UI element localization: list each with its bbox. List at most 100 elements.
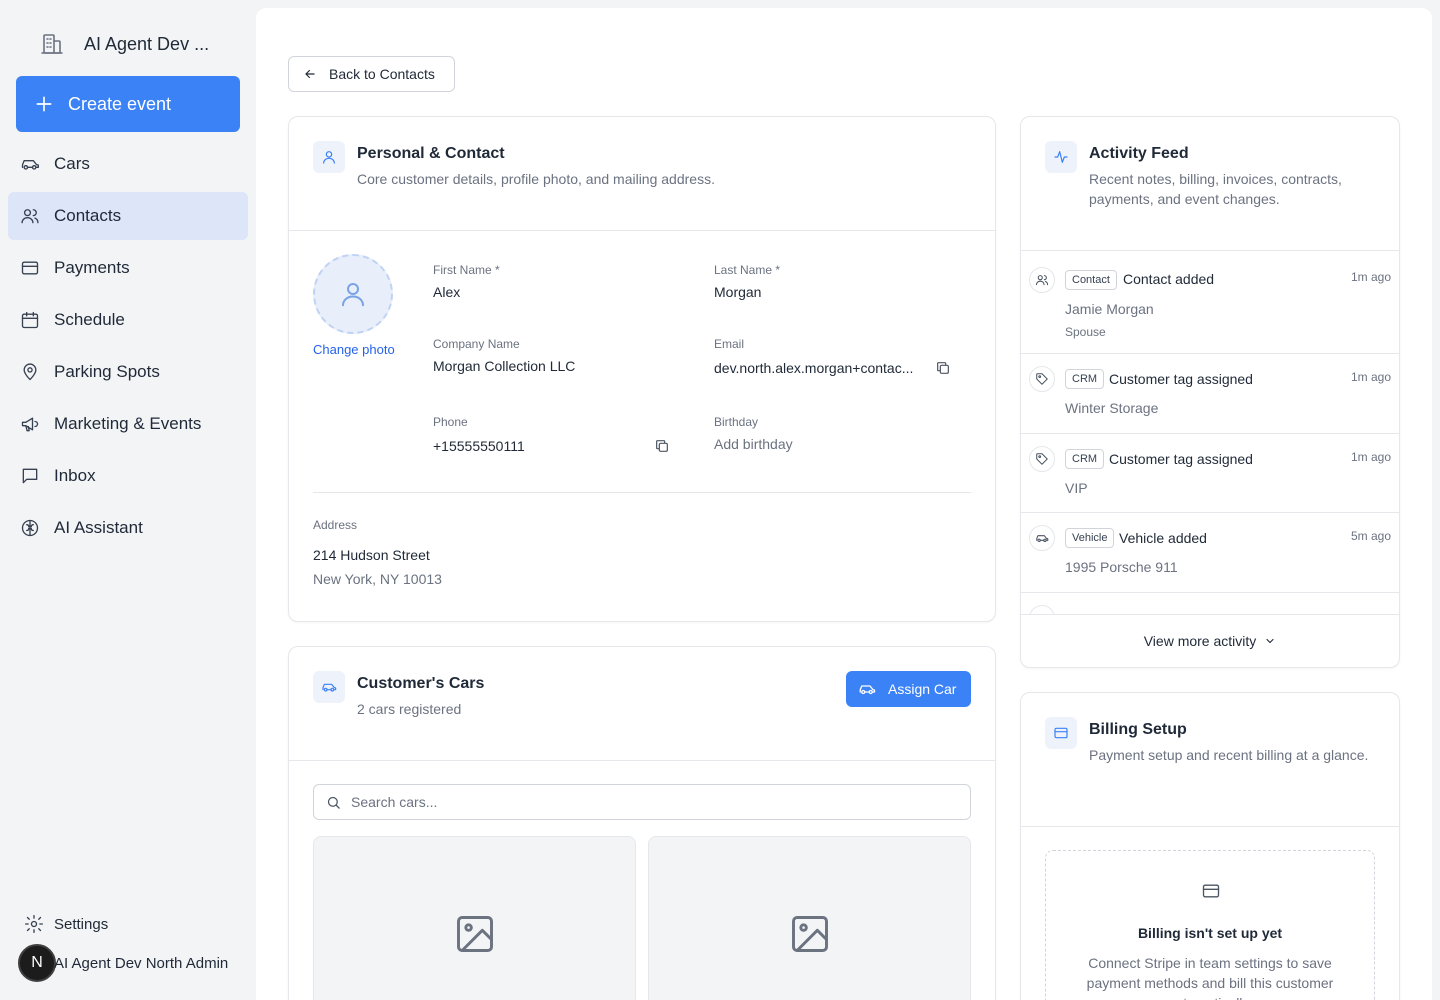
brain-icon	[20, 518, 40, 538]
activity-detail: VIP	[1065, 480, 1088, 496]
company-field[interactable]: Morgan Collection LLC	[433, 358, 575, 374]
billing-empty-title: Billing isn't set up yet	[1137, 925, 1283, 941]
workspace-switcher[interactable]: AI Agent Dev ...	[40, 32, 209, 56]
sidebar-item-payments[interactable]: Payments	[8, 244, 248, 292]
card-subtitle: Payment setup and recent billing at a gl…	[1089, 747, 1369, 763]
car-card[interactable]	[313, 836, 636, 1000]
car-card[interactable]	[648, 836, 971, 1000]
search-cars-input[interactable]	[351, 794, 951, 810]
copy-phone-icon[interactable]	[654, 438, 670, 454]
sidebar-item-label: AI Assistant	[54, 518, 143, 537]
activity-title: Customer tag assigned	[1109, 451, 1253, 467]
activity-item[interactable]: CRM Customer tag assigned 1m ago Winter …	[1021, 354, 1399, 434]
sidebar-item-parking-spots[interactable]: Parking Spots	[8, 348, 248, 396]
car-icon	[858, 680, 876, 698]
sidebar-item-inbox[interactable]: Inbox	[8, 452, 248, 500]
birthday-field[interactable]: Add birthday	[714, 436, 793, 452]
phone-field[interactable]: +15555550111	[433, 438, 525, 454]
sidebar: AI Agent Dev ... Create event Cars Conta…	[0, 0, 256, 1000]
credit-card-icon	[1045, 717, 1077, 749]
users-icon	[20, 206, 40, 226]
sidebar-item-contacts[interactable]: Contacts	[8, 192, 248, 240]
activity-detail: Winter Storage	[1065, 400, 1159, 416]
sidebar-item-label: Payments	[54, 258, 130, 277]
calendar-icon	[20, 310, 40, 330]
activity-time: 1m ago	[1350, 450, 1391, 464]
sidebar-item-ai-assistant[interactable]: AI Assistant	[8, 504, 248, 552]
activity-badge: Vehicle	[1065, 528, 1115, 548]
arrow-left-icon	[303, 67, 317, 81]
credit-card-icon	[20, 258, 40, 278]
activity-icon	[1045, 141, 1077, 173]
activity-item[interactable]: CRM Customer tag assigned 1m ago VIP	[1021, 434, 1399, 513]
sidebar-nav: Cars Contacts Payments Schedule Parking …	[8, 140, 248, 556]
user-placeholder-icon	[338, 279, 368, 309]
card-header: Personal & Contact Core customer details…	[289, 117, 995, 231]
activity-detail: Jamie Morgan	[1065, 301, 1154, 317]
profile-photo[interactable]	[313, 254, 393, 334]
image-placeholder-icon	[788, 912, 832, 1000]
activity-title: Contact added	[1123, 271, 1215, 287]
card-title: Billing Setup	[1089, 721, 1187, 738]
credit-card-icon	[1201, 881, 1221, 901]
activity-badge: CRM	[1065, 449, 1105, 469]
activity-item[interactable]: Vehicle Vehicle added 5m ago 1995 Porsch…	[1021, 513, 1399, 593]
copy-email-icon[interactable]	[935, 360, 951, 376]
map-pin-icon	[20, 362, 40, 382]
customer-cars-card: Customer's Cars 2 cars registered Assign…	[288, 646, 996, 1000]
activity-feed-card: Activity Feed Recent notes, billing, inv…	[1020, 116, 1400, 668]
image-placeholder-icon	[453, 912, 497, 1000]
card-title: Personal & Contact	[357, 145, 505, 162]
address-line-2: New York, NY 10013	[313, 571, 442, 587]
plus-icon	[34, 94, 54, 114]
sidebar-item-settings[interactable]: Settings	[24, 914, 108, 934]
main-content: Back to Contacts Personal & Contact Core…	[256, 8, 1432, 1000]
address-line-1: 214 Hudson Street	[313, 547, 430, 563]
user-menu[interactable]: N AI Agent Dev North Admin	[18, 944, 228, 982]
car-icon	[1029, 605, 1055, 614]
card-header: Activity Feed Recent notes, billing, inv…	[1021, 117, 1399, 251]
view-more-activity-button[interactable]: View more activity	[1021, 614, 1399, 666]
card-subtitle: Core customer details, profile photo, an…	[357, 171, 715, 187]
last-name-field[interactable]: Morgan	[714, 284, 761, 300]
workspace-name: AI Agent Dev ...	[84, 33, 210, 54]
company-label: Company Name	[433, 337, 520, 351]
back-to-contacts-button[interactable]: Back to Contacts	[288, 56, 455, 92]
billing-empty-text: Connect Stripe in team settings to save …	[1086, 955, 1334, 1000]
first-name-field[interactable]: Alex	[433, 284, 460, 300]
gear-icon	[24, 914, 44, 934]
create-event-label: Create event	[68, 93, 172, 114]
assign-car-button[interactable]: Assign Car	[846, 671, 971, 707]
assign-car-label: Assign Car	[888, 681, 957, 697]
back-to-contacts-label: Back to Contacts	[329, 66, 435, 82]
sidebar-item-label: Schedule	[54, 310, 125, 329]
card-subtitle: 2 cars registered	[357, 701, 462, 717]
tag-icon	[1029, 446, 1055, 472]
birthday-label: Birthday	[714, 415, 759, 429]
user-name: AI Agent Dev North Admin	[54, 954, 229, 972]
activity-item[interactable]: Contact Contact added 1m ago Jamie Morga…	[1021, 250, 1399, 354]
billing-setup-card: Billing Setup Payment setup and recent b…	[1020, 692, 1400, 1000]
activity-sub: Spouse	[1065, 325, 1106, 339]
activity-time: 5m ago	[1350, 529, 1391, 543]
chevron-down-icon	[1264, 635, 1276, 647]
car-icon	[313, 671, 345, 703]
sidebar-item-label: Marketing & Events	[54, 414, 202, 433]
settings-label: Settings	[54, 915, 109, 933]
sidebar-item-label: Inbox	[54, 466, 96, 485]
create-event-button[interactable]: Create event	[16, 76, 240, 132]
email-field[interactable]: dev.north.alex.morgan+contac...	[714, 360, 913, 376]
activity-time: 1m ago	[1350, 370, 1391, 384]
sidebar-item-marketing-events[interactable]: Marketing & Events	[8, 400, 248, 448]
sidebar-item-cars[interactable]: Cars	[8, 140, 248, 188]
change-photo-link[interactable]: Change photo	[313, 342, 395, 357]
activity-item[interactable]	[1021, 593, 1399, 614]
sidebar-item-schedule[interactable]: Schedule	[8, 296, 248, 344]
address-label: Address	[313, 518, 358, 532]
first-name-label: First Name *	[433, 263, 500, 277]
activity-time: 1m ago	[1350, 270, 1391, 284]
building-icon	[40, 32, 64, 56]
phone-label: Phone	[433, 415, 468, 429]
card-header: Billing Setup Payment setup and recent b…	[1021, 693, 1399, 827]
search-cars	[313, 784, 971, 820]
